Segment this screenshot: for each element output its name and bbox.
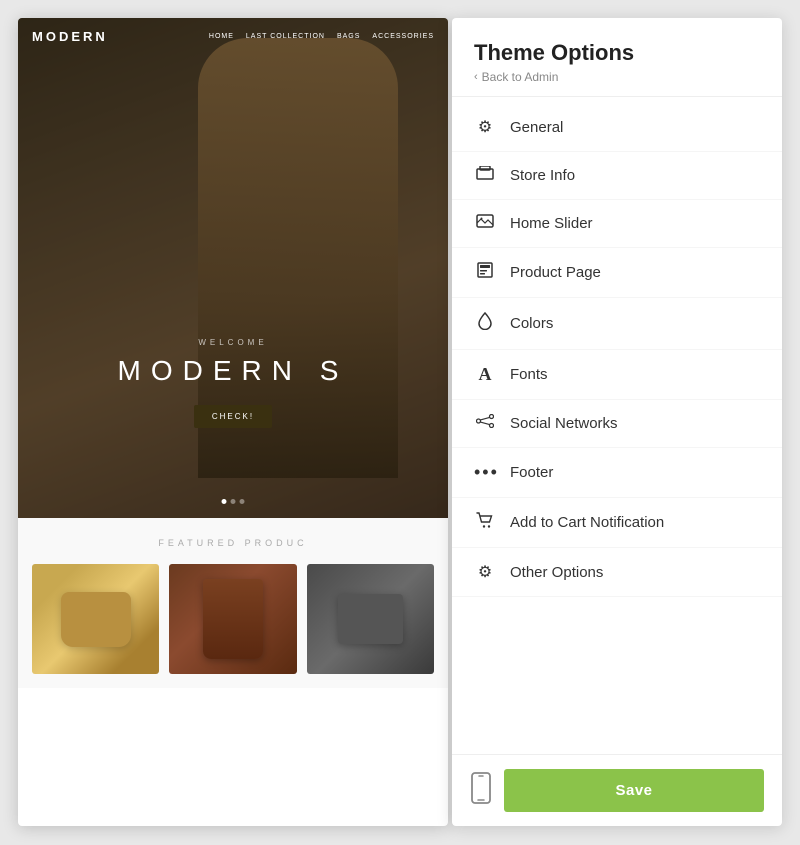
hero-cta-button: CHECK! [194, 405, 272, 428]
image-icon [474, 214, 496, 233]
hero-text-block: WELCOME MODERN S CHECK! [18, 338, 448, 428]
colors-icon [474, 312, 496, 335]
featured-section: FEATURED PRODUC [18, 518, 448, 688]
nav-accessories: ACCESSORIES [372, 33, 434, 40]
menu-item-general[interactable]: ⚙ General [452, 103, 782, 152]
gear-icon: ⚙ [474, 117, 496, 137]
nav-links: HOME LAST COLLECTION BAGS ACCESSORIES [209, 33, 434, 40]
menu-item-colors[interactable]: Colors [452, 298, 782, 350]
dot-2 [231, 499, 236, 504]
product-card-briefcase [307, 564, 434, 674]
menu-item-product-page[interactable]: Product Page [452, 248, 782, 298]
social-icon [474, 414, 496, 433]
store-logo: MODERN [32, 29, 108, 44]
hero-welcome: WELCOME [18, 338, 448, 347]
menu-item-fonts[interactable]: A Fonts [452, 350, 782, 400]
menu-item-add-to-cart[interactable]: Add to Cart Notification [452, 498, 782, 548]
products-row [32, 564, 434, 674]
dot-3 [240, 499, 245, 504]
panel-header: Theme Options ‹ Back to Admin [452, 18, 782, 97]
mobile-device-icon [470, 772, 492, 810]
hero-title: MODERN S [18, 355, 448, 387]
menu-item-other-options[interactable]: ⚙ Other Options [452, 548, 782, 597]
menu-item-store-info[interactable]: Store Info [452, 152, 782, 200]
product-page-icon [474, 262, 496, 283]
store-preview: MODERN HOME LAST COLLECTION BAGS ACCESSO… [18, 18, 448, 826]
dot-1 [222, 499, 227, 504]
menu-label-home-slider: Home Slider [510, 215, 593, 232]
hero-section: MODERN HOME LAST COLLECTION BAGS ACCESSO… [18, 18, 448, 518]
product-image-briefcase [307, 564, 434, 674]
theme-options-panel: Theme Options ‹ Back to Admin ⚙ General … [452, 18, 782, 826]
panel-footer: Save [452, 754, 782, 826]
footer-icon: ••• [474, 462, 496, 483]
nav-bags: BAGS [337, 33, 360, 40]
menu-item-home-slider[interactable]: Home Slider [452, 200, 782, 248]
product-card-bag [32, 564, 159, 674]
back-label: Back to Admin [482, 70, 559, 84]
panel-title: Theme Options [474, 40, 760, 66]
menu-item-footer[interactable]: ••• Footer [452, 448, 782, 498]
product-image-bag [32, 564, 159, 674]
save-button[interactable]: Save [504, 769, 764, 812]
menu-label-social-networks: Social Networks [510, 415, 618, 432]
menu-label-footer: Footer [510, 464, 553, 481]
menu-label-other-options: Other Options [510, 564, 603, 581]
slider-dots [222, 499, 245, 504]
other-options-icon: ⚙ [474, 562, 496, 582]
menu-list: ⚙ General Store Info Home Slider [452, 97, 782, 754]
back-chevron-icon: ‹ [474, 71, 478, 83]
menu-label-store-info: Store Info [510, 167, 575, 184]
menu-label-product-page: Product Page [510, 264, 601, 281]
fonts-icon: A [474, 364, 496, 385]
back-to-admin-link[interactable]: ‹ Back to Admin [474, 70, 760, 84]
nav-collection: LAST COLLECTION [246, 33, 325, 40]
store-icon [474, 166, 496, 185]
featured-title: FEATURED PRODUC [32, 538, 434, 548]
product-image-jacket [169, 564, 296, 674]
menu-item-social-networks[interactable]: Social Networks [452, 400, 782, 448]
product-card-jacket [169, 564, 296, 674]
menu-label-fonts: Fonts [510, 366, 548, 383]
cart-icon [474, 512, 496, 533]
menu-label-add-to-cart: Add to Cart Notification [510, 514, 664, 531]
menu-label-colors: Colors [510, 315, 553, 332]
nav-home: HOME [209, 33, 234, 40]
hero-nav: MODERN HOME LAST COLLECTION BAGS ACCESSO… [18, 18, 448, 54]
menu-label-general: General [510, 119, 563, 136]
